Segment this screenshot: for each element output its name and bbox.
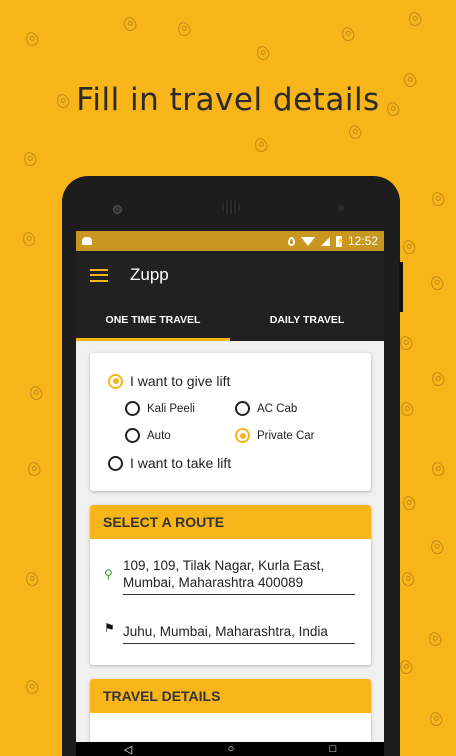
pin-icon [397, 658, 415, 676]
finish-flag-icon: ⚑ [104, 621, 115, 635]
pin-icon [406, 10, 424, 28]
recents-icon[interactable]: □ [330, 743, 337, 755]
take-lift-label: I want to take lift [130, 455, 232, 471]
vehicle-option-private-car[interactable]: Private Car [235, 428, 315, 443]
pin-icon [346, 123, 364, 141]
auto-radio[interactable] [125, 428, 140, 443]
auto-label: Auto [147, 429, 171, 442]
phone-side-button [399, 262, 403, 312]
vehicle-option-kali-peeli[interactable]: Kali Peeli [125, 401, 195, 416]
app-title: Zupp [130, 265, 169, 284]
pin-icon [428, 538, 446, 556]
route-card: SELECT A ROUTE ⚲ 109, 109, Tilak Nagar, … [90, 505, 371, 665]
pin-icon [25, 460, 43, 478]
pin-icon [429, 190, 447, 208]
signal-icon [320, 236, 330, 246]
travel-details-header: TRAVEL DETAILS [90, 679, 371, 713]
ac-cab-radio[interactable] [235, 401, 250, 416]
take-lift-radio[interactable] [108, 455, 123, 471]
kali-peeli-label: Kali Peeli [147, 402, 195, 415]
android-notification-icon [82, 237, 92, 245]
route-to-input[interactable]: Juhu, Mumbai, Maharashtra, India [123, 623, 355, 644]
earpiece-speaker [222, 200, 240, 214]
pin-icon [400, 494, 418, 512]
proximity-sensor [338, 205, 344, 211]
vehicle-option-auto[interactable]: Auto [125, 428, 171, 443]
pin-icon [427, 710, 445, 728]
private-car-label: Private Car [257, 429, 315, 442]
pin-icon [20, 230, 38, 248]
pin-icon [21, 150, 39, 168]
headline: Fill in travel details [76, 82, 380, 118]
pin-icon [23, 678, 41, 696]
give-lift-option[interactable]: I want to give lift [108, 373, 230, 389]
pin-icon [429, 370, 447, 388]
private-car-radio[interactable] [235, 428, 250, 443]
kali-peeli-radio[interactable] [125, 401, 140, 416]
menu-icon[interactable] [90, 268, 108, 282]
pin-icon [121, 15, 139, 33]
pin-icon [27, 384, 45, 402]
location-icon [287, 236, 295, 246]
pin-icon [339, 25, 357, 43]
lift-mode-card: I want to give lift Kali Peeli AC Cab Au… [90, 353, 371, 491]
pin-icon [428, 274, 446, 292]
home-icon[interactable]: ○ [228, 743, 235, 755]
pin-icon [23, 570, 41, 588]
pin-icon [175, 20, 193, 38]
ac-cab-label: AC Cab [257, 402, 298, 415]
location-pin-icon: ⚲ [104, 567, 113, 581]
vehicle-option-ac-cab[interactable]: AC Cab [235, 401, 297, 416]
front-camera [113, 205, 122, 214]
route-from-input[interactable]: 109, 109, Tilak Nagar, Kurla East, Mumba… [123, 557, 355, 595]
battery-icon [335, 235, 345, 247]
app-bar: Zupp [76, 251, 384, 299]
pin-icon [399, 570, 417, 588]
pin-icon [397, 334, 415, 352]
back-icon[interactable]: ◁ [124, 743, 132, 756]
wifi-icon [300, 236, 315, 246]
pin-icon [398, 400, 416, 418]
give-lift-radio[interactable] [108, 373, 123, 389]
tab-bar: ONE TIME TRAVEL DAILY TRAVEL [76, 299, 384, 341]
android-nav-bar: ◁ ○ □ [76, 742, 384, 756]
pin-icon [426, 630, 444, 648]
status-bar: 12:52 [76, 231, 384, 251]
status-time: 12:52 [347, 234, 378, 248]
tab-one-time-travel[interactable]: ONE TIME TRAVEL [76, 299, 230, 341]
pin-icon [254, 44, 272, 62]
pin-icon [400, 238, 418, 256]
pin-icon [429, 460, 447, 478]
route-card-header: SELECT A ROUTE [90, 505, 371, 539]
tab-daily-travel[interactable]: DAILY TRAVEL [230, 299, 384, 341]
pin-icon [252, 136, 270, 154]
pin-icon [23, 30, 41, 48]
take-lift-option[interactable]: I want to take lift [108, 455, 231, 471]
give-lift-label: I want to give lift [130, 373, 231, 389]
phone-screen: 12:52 Zupp ONE TIME TRAVEL DAILY TRAVEL … [76, 231, 384, 756]
